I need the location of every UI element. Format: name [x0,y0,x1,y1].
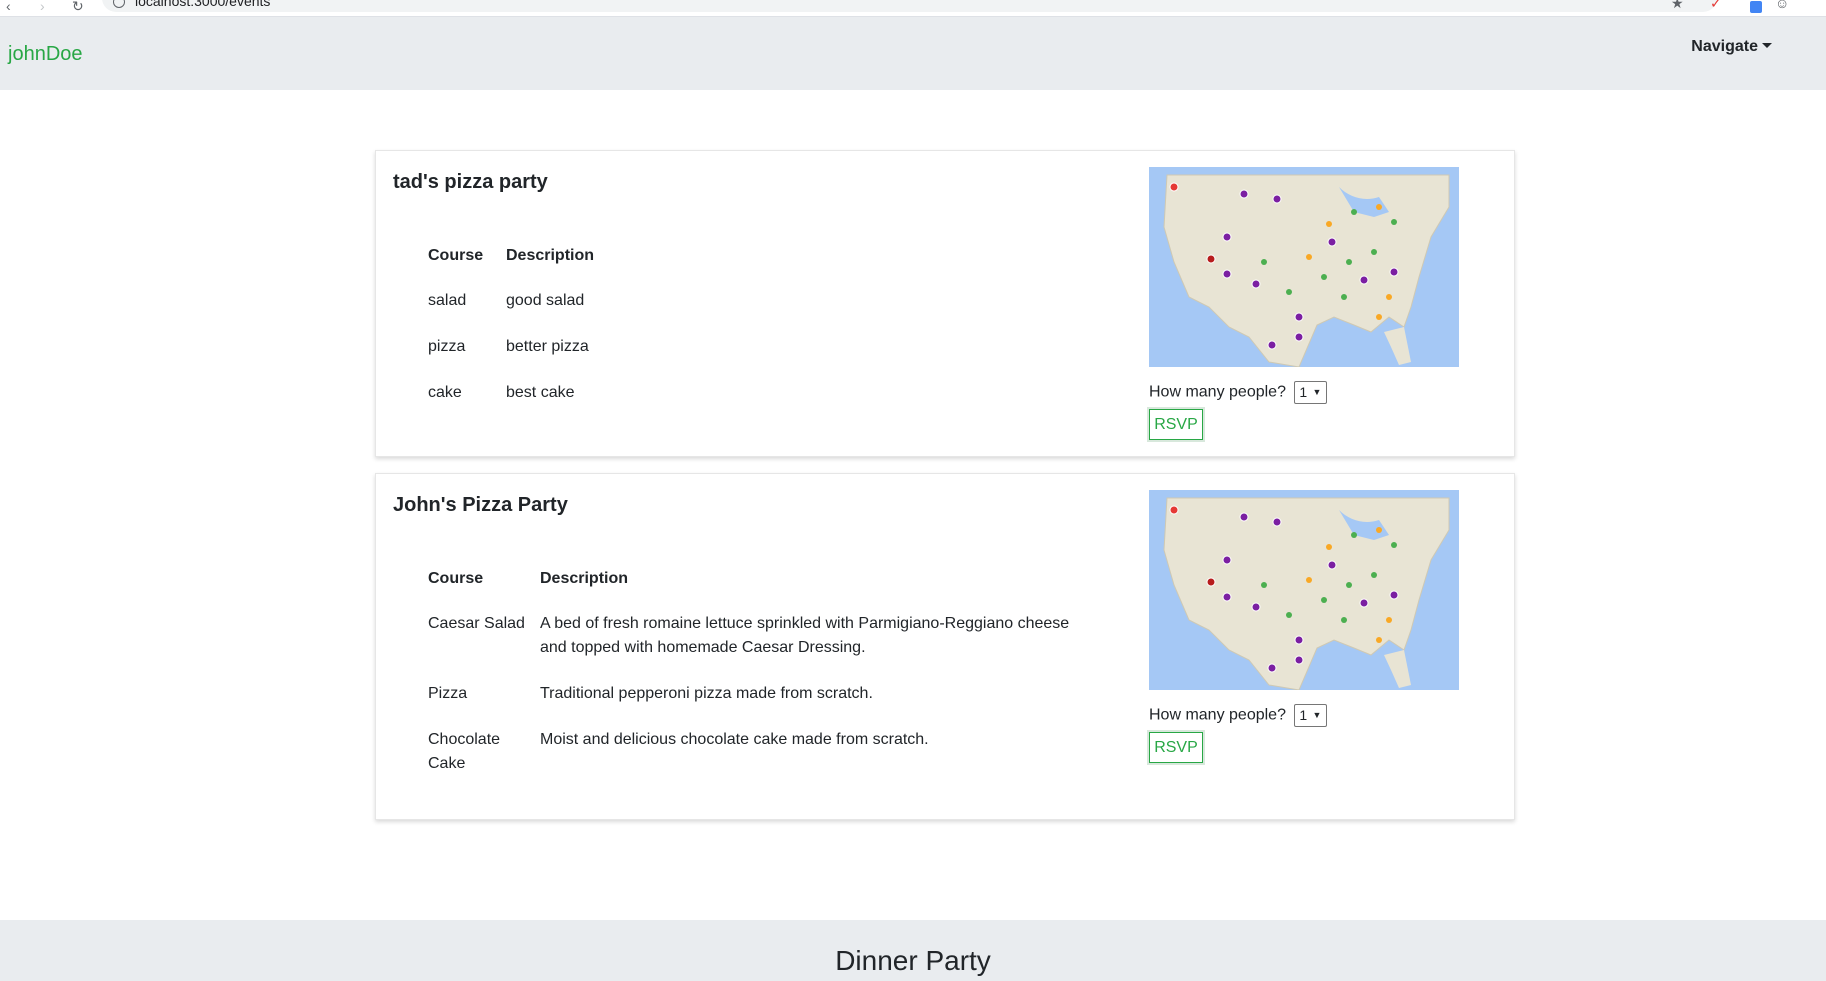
menu-table: Course Description salad good salad pizz… [428,247,594,427]
description-header: Description [506,247,595,264]
table-row: cake best cake [428,381,594,427]
description-cell: Moist and delicious chocolate cake made … [540,731,929,748]
brand-link[interactable]: johnDoe [8,43,83,66]
event-map[interactable] [1149,167,1459,367]
description-cell: A bed of fresh romaine lettuce sprinkled… [540,615,1070,656]
people-count-select[interactable]: 1 ▼ [1294,381,1328,404]
address-bar[interactable] [102,0,1717,12]
account-icon[interactable]: ☺ [1775,0,1789,11]
chevron-down-icon: ▼ [1312,387,1322,397]
description-cell: best cake [506,384,575,401]
table-row: pizza better pizza [428,335,594,381]
caret-down-icon [1762,43,1772,48]
chevron-down-icon: ▼ [1312,710,1322,720]
description-cell: good salad [506,292,585,309]
people-count-select[interactable]: 1 ▼ [1294,704,1328,727]
course-header: Course [428,247,484,264]
navigate-label: Navigate [1691,38,1758,55]
forward-arrow-icon[interactable]: › [40,0,45,14]
people-selector: How many people? 1 ▼ [1149,704,1328,727]
event-title: John's Pizza Party [393,494,568,516]
event-card: tad's pizza party Course Description sal… [375,150,1515,457]
course-cell: Caesar Salad [428,615,525,632]
course-cell: Pizza [428,685,468,702]
top-navbar: johnDoe Navigate [0,17,1826,90]
description-cell: Traditional pepperoni pizza made from sc… [540,685,873,702]
navigate-dropdown[interactable]: Navigate [1691,38,1772,56]
rsvp-button[interactable]: RSVP [1149,409,1203,440]
course-cell: cake [428,384,462,401]
event-map[interactable] [1149,490,1459,690]
course-cell: pizza [428,338,466,355]
course-header: Course [428,570,484,587]
course-cell: Chocolate Cake [428,731,501,772]
table-row: salad good salad [428,289,594,335]
people-selector: How many people? 1 ▼ [1149,381,1328,404]
back-arrow-icon[interactable]: ‹ [6,0,11,14]
menu-table: Course Description Caesar Salad A bed of… [428,570,1080,798]
description-cell: better pizza [506,338,589,355]
event-card: John's Pizza Party Course Description Ca… [375,473,1515,820]
rsvp-button[interactable]: RSVP [1149,732,1203,763]
browser-toolbar: ‹ › ↻ localhost:3000/events ★ ✓ ☺ [0,0,1826,17]
footer-title: Dinner Party [835,945,991,976]
address-bar-url[interactable]: localhost:3000/events [135,0,270,9]
people-label: How many people? [1149,383,1286,401]
people-count-value: 1 [1299,707,1308,723]
event-title: tad's pizza party [393,171,548,193]
course-cell: salad [428,292,467,309]
extension-blue-icon[interactable] [1750,1,1762,13]
table-row: Pizza Traditional pepperoni pizza made f… [428,682,1080,728]
table-row: Caesar Salad A bed of fresh romaine lett… [428,612,1080,682]
description-header: Description [540,570,629,587]
extension-icon[interactable]: ✓ [1710,0,1722,12]
people-count-value: 1 [1299,384,1308,400]
page-footer: Dinner Party [0,920,1826,981]
table-row: Chocolate Cake Moist and delicious choco… [428,728,1080,798]
people-label: How many people? [1149,706,1286,724]
star-icon[interactable]: ★ [1671,0,1684,12]
reload-icon[interactable]: ↻ [72,0,84,15]
